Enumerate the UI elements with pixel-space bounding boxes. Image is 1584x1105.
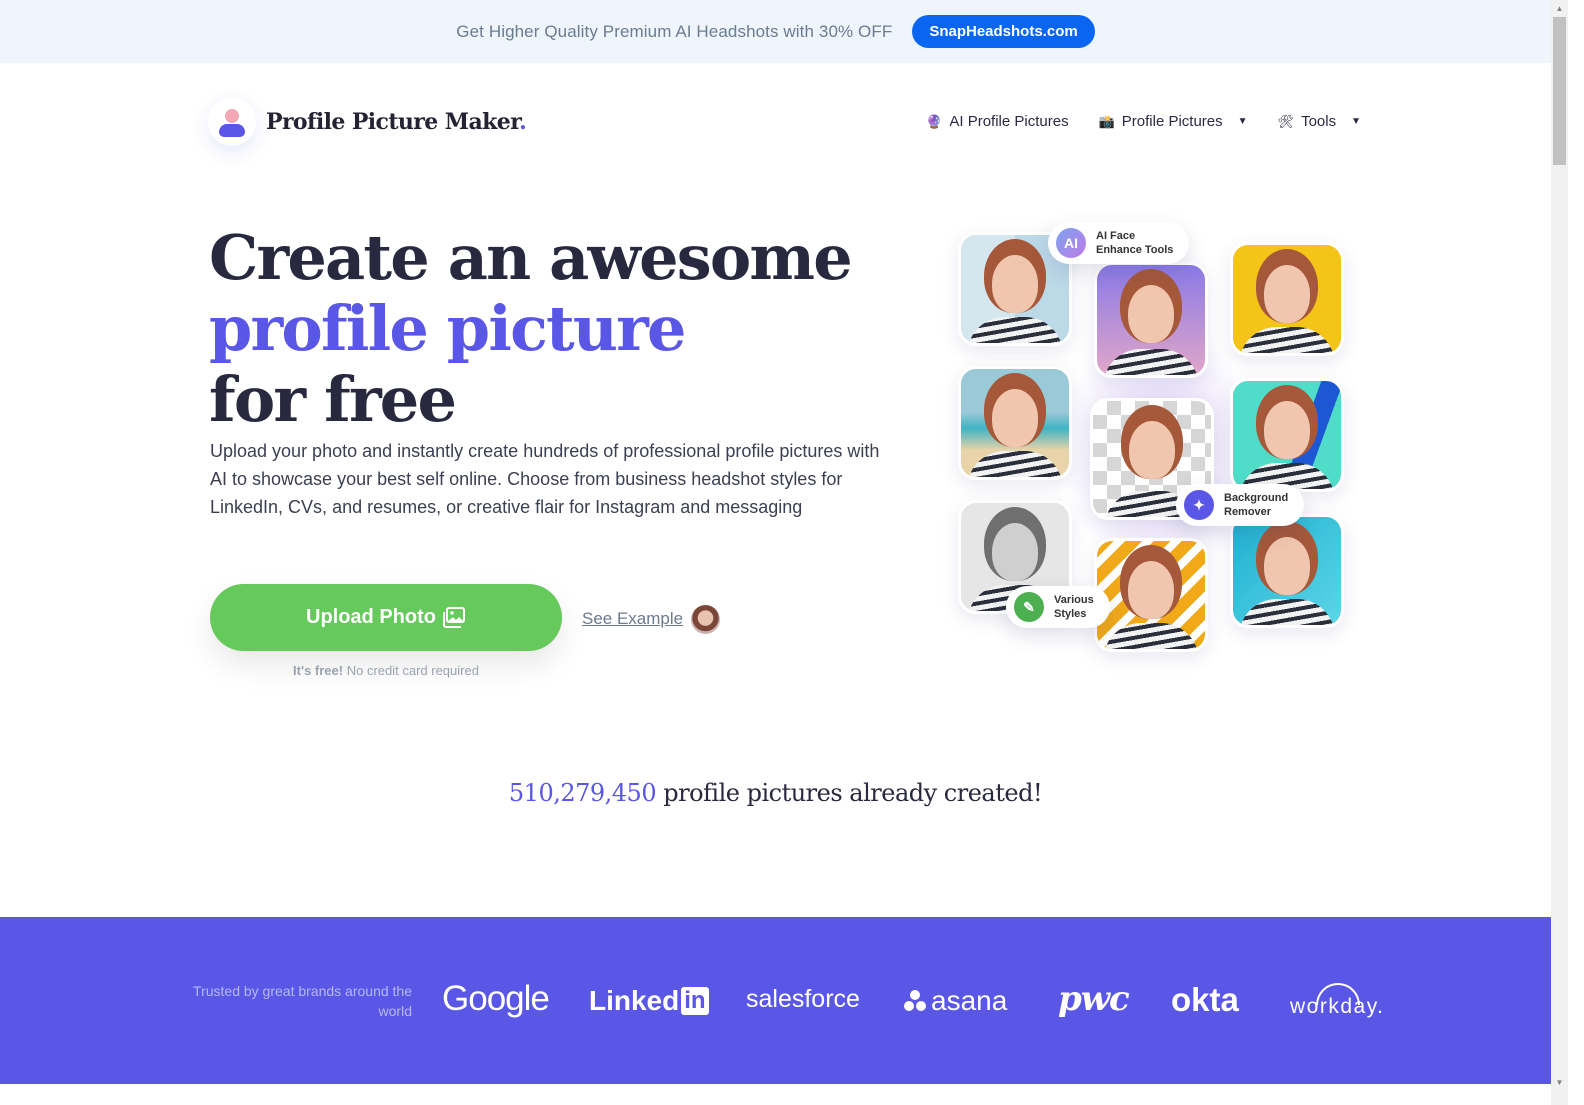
- pill-ai-face-enhance: AI AI Face Enhance Tools: [1048, 222, 1190, 264]
- magic-wand-icon: ✦: [1184, 490, 1214, 520]
- salesforce-logo: salesforce: [746, 985, 860, 1013]
- upload-photo-button[interactable]: Upload Photo: [210, 584, 562, 651]
- example-avatar[interactable]: [691, 605, 720, 634]
- photo-tile-purple: [1094, 262, 1208, 378]
- image-icon: [442, 606, 465, 628]
- camera-flash-icon: 📸: [1098, 113, 1115, 129]
- trusted-brands-band: Trusted by great brands around the world…: [0, 917, 1551, 1084]
- google-logo: Google: [442, 979, 550, 1018]
- user-avatar-icon: [208, 98, 256, 146]
- main-nav: 🔮 AI Profile Pictures 📸 Profile Pictures…: [926, 113, 1361, 130]
- pill-background-remover: ✦ Background Remover: [1176, 484, 1305, 526]
- photo-tile-yellow: [1230, 242, 1344, 356]
- nav-label: AI Profile Pictures: [949, 113, 1069, 130]
- paintbrush-icon: ✎: [1014, 592, 1044, 622]
- workday-logo: workday.: [1290, 995, 1385, 1018]
- promo-bar: Get Higher Quality Premium AI Headshots …: [0, 0, 1551, 63]
- okta-logo: okta: [1171, 981, 1239, 1018]
- free-note: It's free! No credit card required: [293, 663, 479, 678]
- caret-down-icon: ▼: [1237, 116, 1248, 127]
- nav-tools[interactable]: 🛠 Tools ▼: [1278, 113, 1361, 130]
- nav-profile-pictures[interactable]: 📸 Profile Pictures ▼: [1099, 113, 1248, 130]
- nav-label: Profile Pictures: [1121, 113, 1223, 130]
- crystal-ball-icon: 🔮: [926, 113, 943, 129]
- ai-badge-icon: AI: [1056, 228, 1086, 258]
- tools-icon: 🛠: [1277, 113, 1295, 129]
- photo-tile-teal: [1230, 378, 1344, 492]
- page-scrollbar[interactable]: ▲ ▼: [1551, 0, 1568, 1105]
- linkedin-logo: Linked in: [589, 985, 709, 1017]
- pwc-logo: pwc: [1058, 979, 1130, 1019]
- trusted-text: Trusted by great brands around the world: [193, 983, 412, 1019]
- asana-dots-icon: [903, 990, 927, 1012]
- hero-collage: AI AI Face Enhance Tools ✦ Background Remo…: [940, 210, 1360, 680]
- photo-tile-beach: [958, 366, 1072, 480]
- created-counter: 510,279,450 profile pictures already cre…: [0, 779, 1551, 807]
- caret-down-icon: ▼: [1351, 116, 1361, 127]
- photo-tile-cyan: [1230, 514, 1344, 628]
- pill-various-styles: ✎ Various Styles: [1006, 586, 1110, 628]
- scroll-down-arrow-icon[interactable]: ▼: [1551, 1074, 1568, 1091]
- site-logo[interactable]: Profile Picture Maker.: [208, 98, 527, 146]
- counter-number: 510,279,450: [508, 779, 657, 807]
- nav-label: Tools: [1301, 113, 1337, 130]
- promo-text: Get Higher Quality Premium AI Headshots …: [456, 21, 893, 41]
- scrollbar-thumb[interactable]: [1553, 17, 1566, 165]
- hero-description: Upload your photo and instantly create h…: [210, 441, 880, 517]
- logo-text: Profile Picture Maker.: [266, 109, 527, 135]
- hero-title: Create an awesome profile picture for fr…: [209, 221, 853, 436]
- photo-tile-pattern: [1094, 538, 1208, 652]
- scroll-up-arrow-icon[interactable]: ▲: [1551, 0, 1568, 17]
- snapheadshots-button[interactable]: SnapHeadshots.com: [912, 15, 1095, 48]
- see-example-link[interactable]: See Example: [582, 609, 683, 629]
- asana-logo: asana: [903, 985, 1007, 1017]
- nav-ai-profile-pictures[interactable]: 🔮 AI Profile Pictures: [926, 113, 1068, 130]
- upload-label: Upload Photo: [306, 606, 436, 628]
- counter-text: profile pictures already created!: [663, 779, 1043, 807]
- page: Get Higher Quality Premium AI Headshots …: [0, 0, 1551, 1105]
- window-edge: [1568, 0, 1584, 1105]
